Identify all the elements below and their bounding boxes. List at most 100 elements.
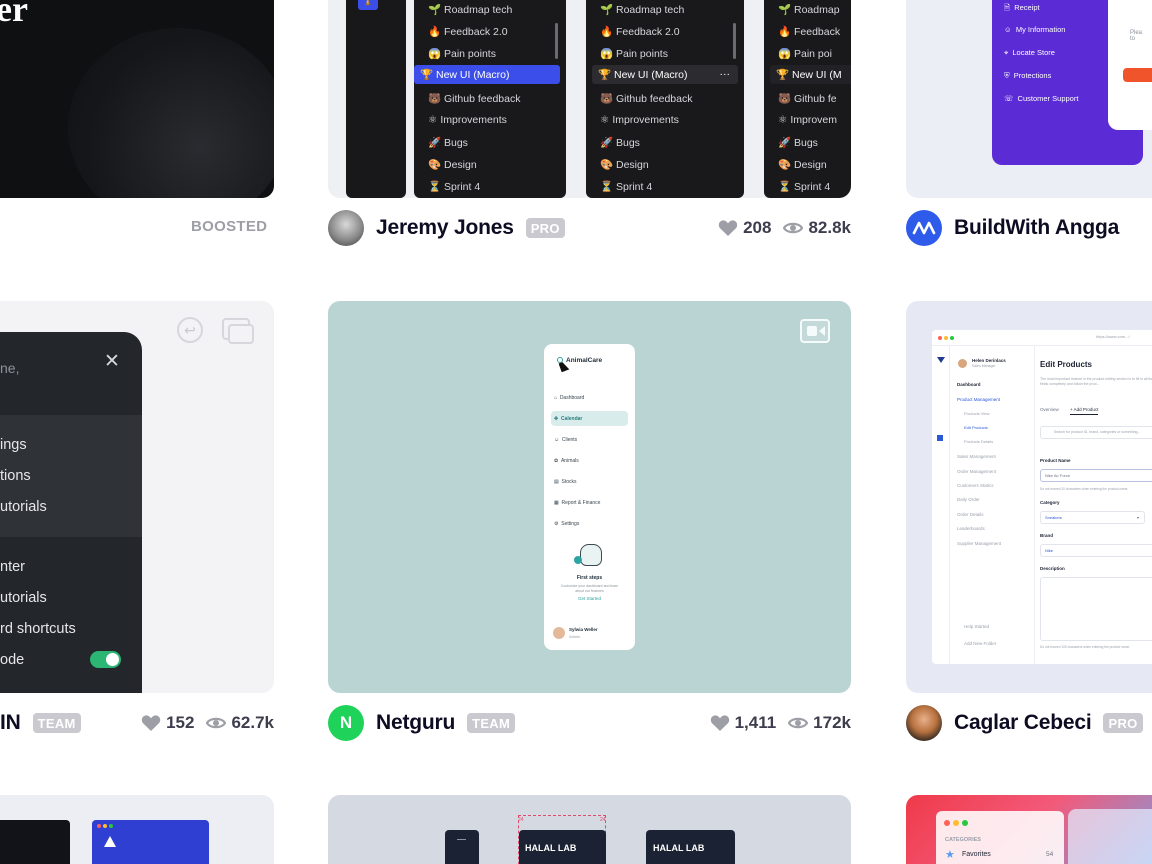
user-avatar[interactable] (553, 627, 565, 639)
window-dot-green[interactable] (950, 336, 954, 340)
sidebar-item[interactable]: 😱 Pain poi (778, 47, 832, 60)
sidebar-item[interactable]: ⏳ Sprint 4 (778, 180, 830, 193)
url-bar[interactable]: https://www.com.../ (1096, 334, 1130, 339)
nav-item[interactable]: Products Details (964, 439, 993, 444)
more-icon[interactable]: ··· (720, 68, 731, 80)
likes-stat[interactable]: 208 (718, 218, 771, 238)
footer-item[interactable]: Add New Folder (964, 641, 996, 646)
sidebar-item[interactable]: 🐻 Github feedback (428, 92, 520, 105)
window-dot-red[interactable] (97, 824, 101, 828)
shot-card-dark-windows[interactable] (0, 795, 274, 864)
sidebar-item[interactable]: 🚀 Bugs (778, 136, 818, 149)
author-name-fragment[interactable]: IN (0, 711, 21, 735)
nav-item[interactable]: Sales Management (957, 454, 996, 459)
author-name[interactable]: BuildWith Angga (954, 216, 1119, 240)
sidebar-item[interactable]: ⏳ Sprint 4 (600, 180, 652, 193)
window-dot-yellow[interactable] (103, 824, 107, 828)
category-item[interactable]: Favorites (962, 851, 991, 858)
tab-overview[interactable]: Overview (1040, 407, 1059, 412)
sidebar-item-selected[interactable]: 🏆 New UI (Macro) (414, 65, 560, 84)
nav-item[interactable]: Products View (964, 411, 990, 416)
sidebar-item[interactable]: 🚀 Bugs (428, 136, 468, 149)
nav-item[interactable]: ✿ Animals (554, 458, 579, 464)
likes-stat[interactable]: 152 (141, 713, 194, 733)
nav-item[interactable]: Dashboard (957, 382, 981, 387)
dark-mode-toggle[interactable] (90, 651, 121, 668)
menu-item[interactable]: 🗎 Receipt (1004, 2, 1040, 15)
sidebar-item[interactable]: 🌱 Roadmap tech (428, 3, 512, 16)
sidebar-item[interactable]: ⚛ Improvements (428, 114, 507, 126)
shot-card-mobile-menu[interactable]: 🗎 Receipt ☺ My Information ⌖ Locate Stor… (906, 0, 1152, 198)
sidebar-item[interactable]: 🚀 Bugs (600, 136, 640, 149)
menu-item[interactable]: ☺ My Information (1004, 25, 1065, 34)
sidebar-item[interactable]: 🌱 Roadmap (778, 3, 840, 16)
nav-item[interactable]: Daily Order (957, 497, 980, 502)
window-dot-green[interactable] (962, 820, 968, 826)
scrollbar[interactable] (733, 23, 736, 59)
sidebar-item[interactable]: ⚛ Improvements (600, 114, 679, 126)
sidebar-item[interactable]: 🐻 Github feedback (600, 92, 692, 105)
window-dot-yellow[interactable] (944, 336, 948, 340)
sidebar-item-hovered[interactable]: 🏆 New UI (Macro) ··· (592, 65, 738, 84)
avatar[interactable] (328, 210, 364, 246)
menu-item[interactable]: ode (0, 652, 24, 668)
sidebar-item[interactable]: 😱 Pain points (600, 47, 668, 60)
share-icon[interactable]: ↩ (177, 317, 203, 343)
sidebar-item[interactable]: 😱 Pain points (428, 47, 496, 60)
menu-item[interactable]: ☏ Customer Support (1004, 94, 1078, 103)
dashboard-icon[interactable] (937, 435, 943, 441)
sidebar-item[interactable]: 🎨 Design (428, 158, 477, 171)
nav-item[interactable]: ▦ Report & Finance (554, 500, 600, 506)
menu-item[interactable]: nter (0, 559, 25, 575)
sidebar-item[interactable]: 🌱 Roadmap tech (600, 3, 684, 16)
menu-item[interactable]: ings (0, 437, 27, 453)
author-name[interactable]: Caglar Cebeci (954, 711, 1092, 735)
search-input[interactable]: Search for product ID, brand, categories… (1040, 426, 1152, 439)
sidebar-item[interactable]: 🐻 Github fe (778, 92, 837, 105)
nav-item[interactable]: Order Management (957, 469, 996, 474)
menu-item[interactable]: ⛨ Protections (1004, 71, 1051, 81)
nav-item[interactable]: Product Management (957, 397, 1000, 402)
menu-item[interactable]: utorials (0, 590, 47, 606)
nav-item[interactable]: ▤ Stocks (554, 479, 577, 485)
nav-item-active[interactable]: ✚ Calendar (554, 416, 582, 422)
shot-card-edit-products[interactable]: https://www.com.../ Helen Derinlacs Sale… (906, 301, 1152, 693)
shot-card-categories[interactable]: CATEGORIES ★ Favorites 54 (906, 795, 1152, 864)
orange-button[interactable] (1123, 68, 1152, 82)
author-name[interactable]: Jeremy Jones (376, 216, 514, 240)
nav-item[interactable]: ☺ Clients (554, 437, 577, 443)
avatar[interactable] (906, 210, 942, 246)
nav-item[interactable]: Customers Statics (957, 483, 994, 488)
sidebar-item[interactable]: ⏳ Sprint 4 (428, 180, 480, 193)
avatar[interactable]: N (328, 705, 364, 741)
menu-item[interactable]: ⌖ Locate Store (1004, 48, 1055, 58)
nav-item[interactable]: Leaderboards (957, 526, 985, 531)
close-icon[interactable]: ✕ (104, 350, 120, 373)
nav-item[interactable]: Supplier Management (957, 541, 1001, 546)
nav-item[interactable]: Edit Products (964, 425, 988, 430)
nav-item[interactable]: Order Details (957, 512, 984, 517)
menu-item[interactable]: tions (0, 468, 31, 484)
window-dot-green[interactable] (109, 824, 113, 828)
shot-card-photo[interactable]: er (0, 0, 274, 198)
nav-item[interactable]: ⚙ Settings (554, 521, 579, 527)
shot-card-sidebars[interactable]: 🏆 🌱 Roadmap tech 🔥 Feedback 2.0 😱 Pain p… (328, 0, 851, 198)
sidebar-item[interactable]: 🎨 Design (778, 158, 827, 171)
product-name-input[interactable]: Nike Air Force (1040, 469, 1152, 482)
window-dot-red[interactable] (938, 336, 942, 340)
sidebar-item[interactable]: 🔥 Feedback (778, 25, 840, 38)
likes-stat[interactable]: 1,411 (710, 713, 776, 733)
shot-card-settings[interactable]: ↩ ne, ✕ ings tions utorials nter utorial… (0, 301, 274, 693)
sidebar-item[interactable]: 🎨 Design (600, 158, 649, 171)
sidebar-item[interactable]: 🔥 Feedback 2.0 (428, 25, 508, 38)
get-started-link[interactable]: Get Started (544, 596, 635, 601)
tab-add-product[interactable]: + Add Product (1070, 407, 1099, 415)
scrollbar[interactable] (555, 23, 558, 59)
sidebar-item-selected[interactable]: 🏆 New UI (M (770, 65, 851, 84)
shot-card-halal-lab[interactable]: 24 24 40 HALAL LAB HALAL LAB (328, 795, 851, 864)
footer-item[interactable]: Help Started (964, 624, 989, 629)
menu-item[interactable]: utorials (0, 499, 47, 515)
brand-input[interactable]: Nike (1040, 544, 1152, 557)
window-dot-yellow[interactable] (953, 820, 959, 826)
window-dot-red[interactable] (944, 820, 950, 826)
